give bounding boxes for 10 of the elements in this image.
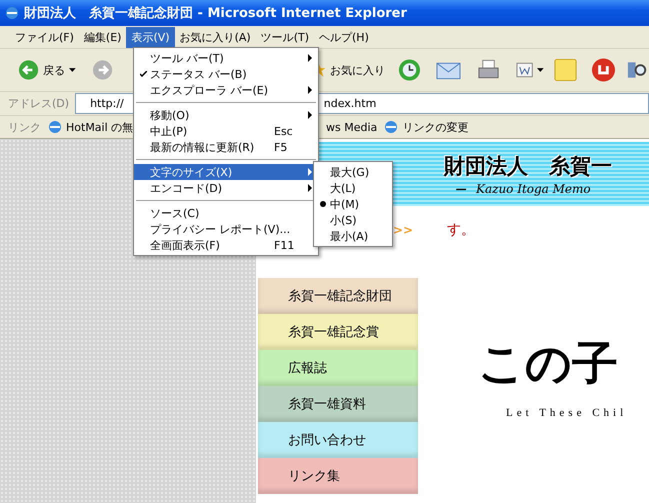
banner-title: 財団法人 糸賀一 xyxy=(444,153,613,180)
banner-subtitle: Kazuo Itoga Memo xyxy=(476,182,591,198)
calligraphy-title: この子 xyxy=(478,335,619,392)
links-label: リンク xyxy=(8,120,41,134)
address-label: アドレス(D) xyxy=(8,96,70,111)
notice-text: す。 xyxy=(447,221,476,239)
arrow-mark: >> xyxy=(393,223,414,237)
banner-dash: ー xyxy=(454,182,466,199)
tagline: Let These Chil xyxy=(506,407,628,419)
window-title: 財団法人 糸賀一雄記念財団 - Microsoft Internet Explorer xyxy=(24,4,407,22)
